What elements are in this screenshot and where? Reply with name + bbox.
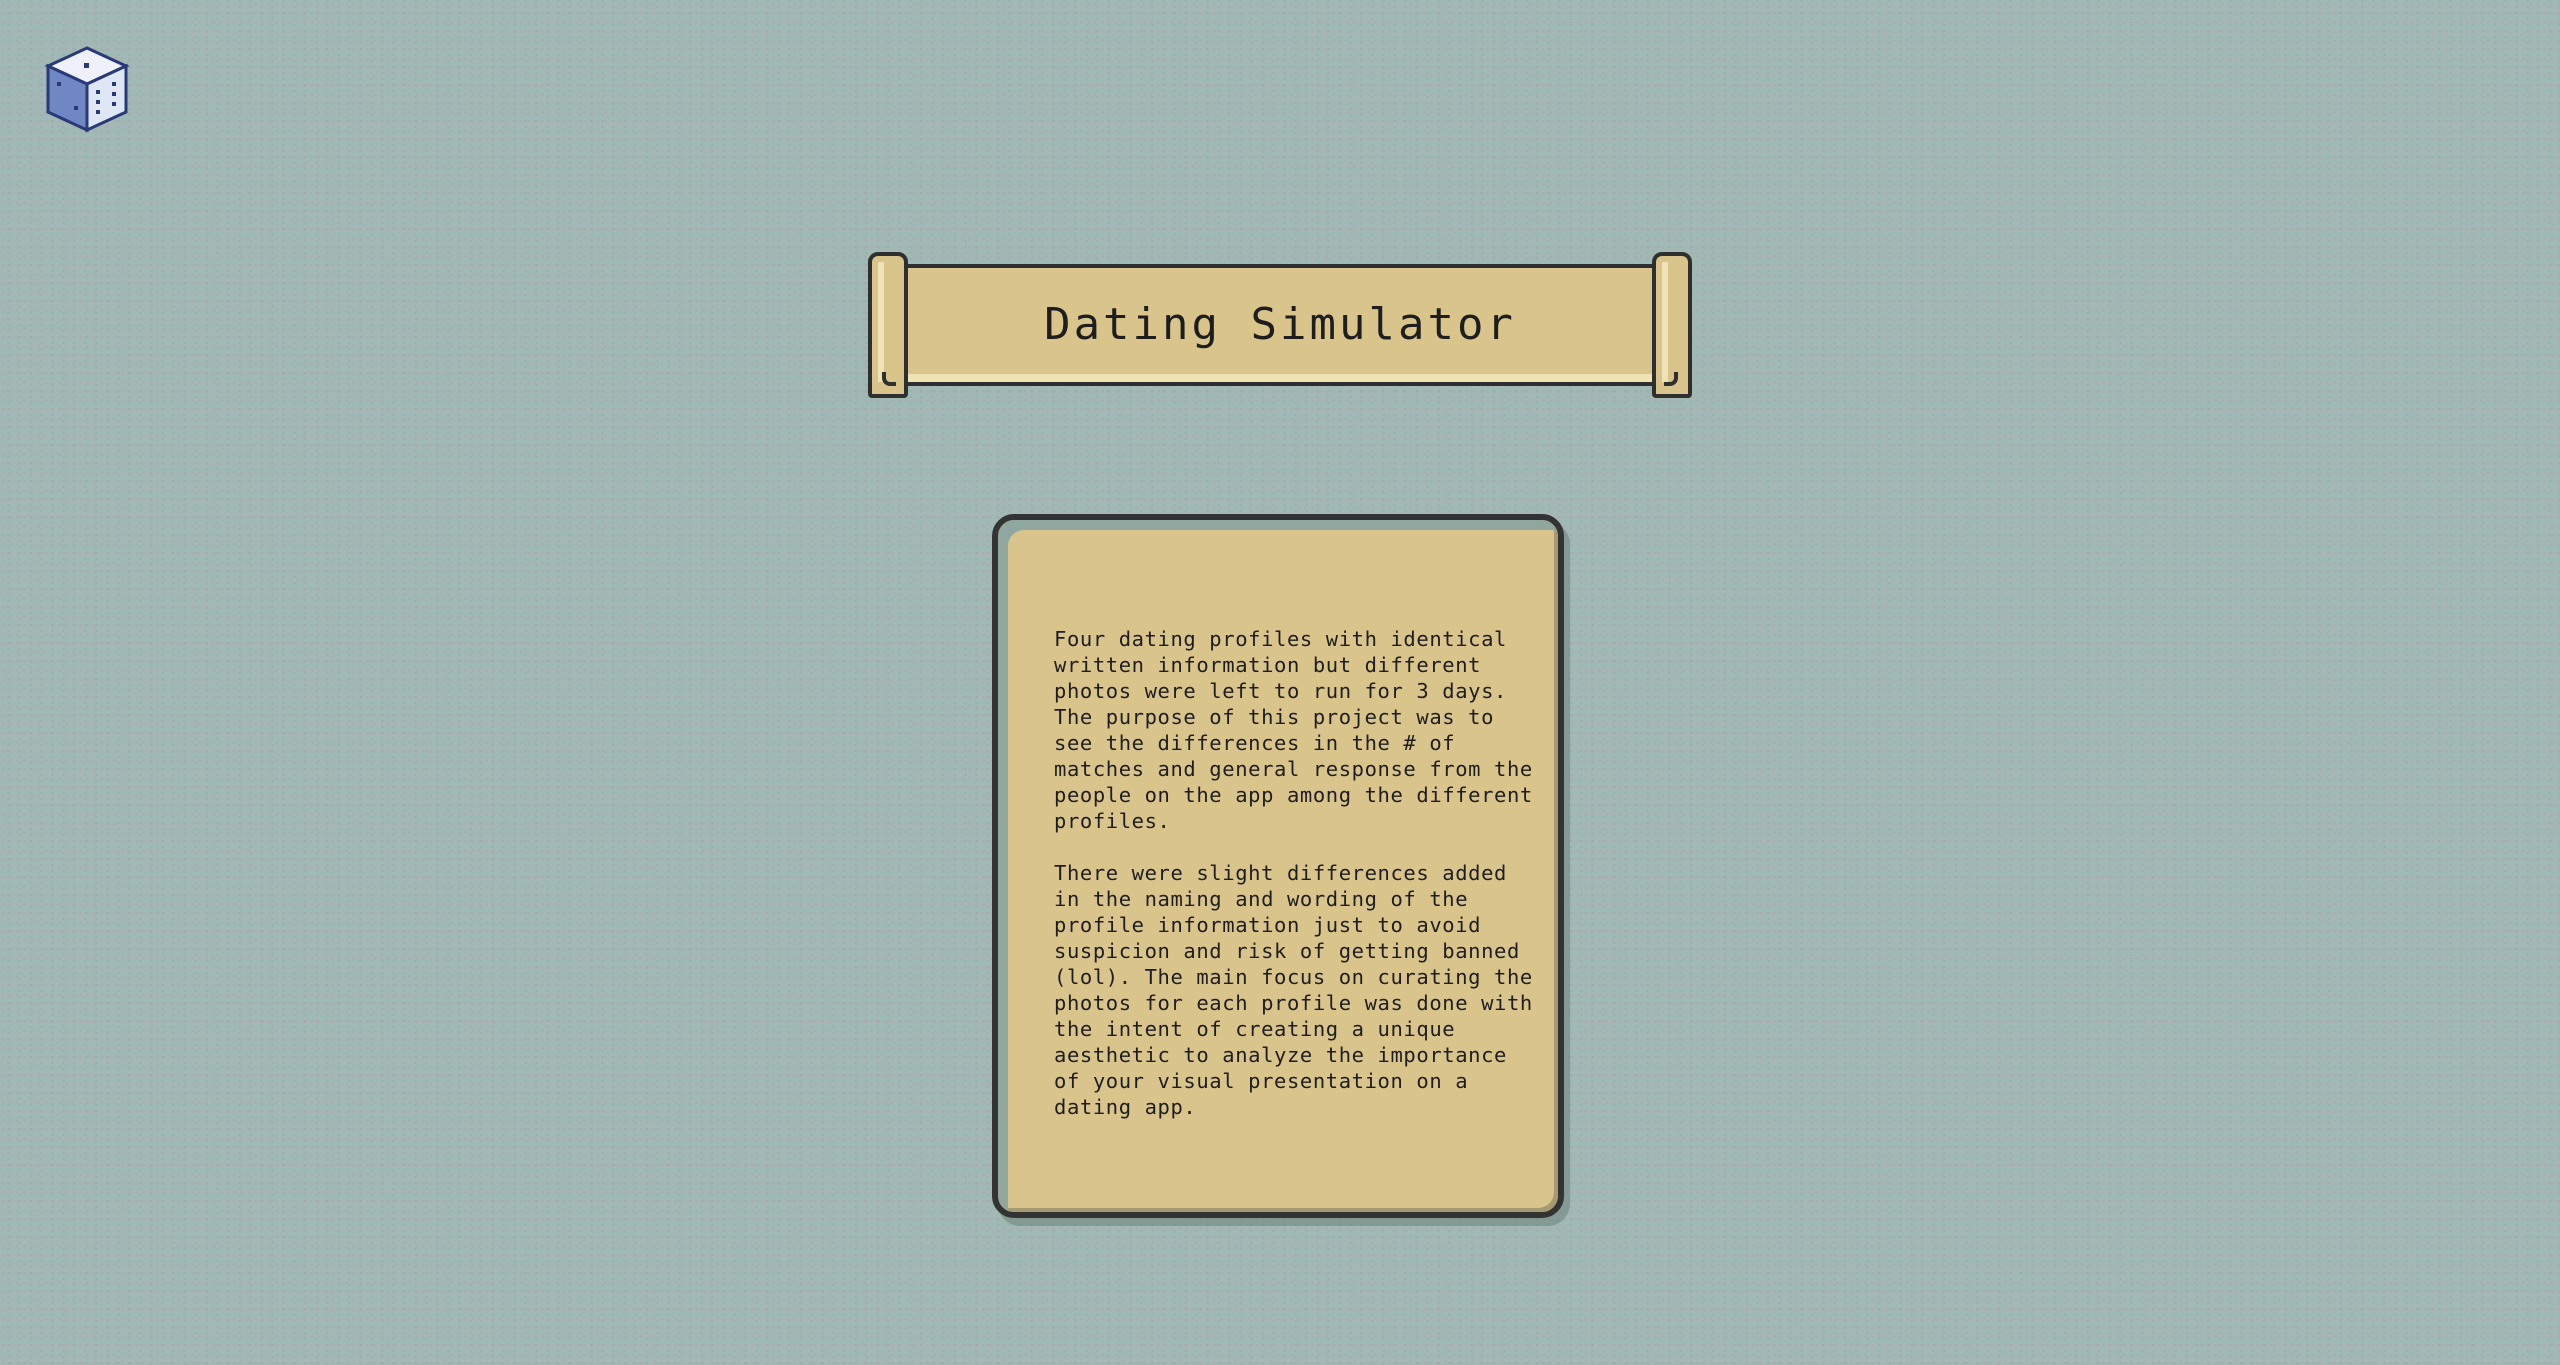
description-paragraph-1: Four dating profiles with identical writ… xyxy=(1054,627,1533,833)
description-text: Four dating profiles with identical writ… xyxy=(1054,626,1534,1146)
description-paragraph-2: There were slight differences added in t… xyxy=(1054,861,1533,1119)
description-card: Four dating profiles with identical writ… xyxy=(992,514,1564,1218)
page-title: Dating Simulator xyxy=(1044,299,1516,350)
dice-logo-icon[interactable] xyxy=(44,44,130,134)
title-banner: Dating Simulator xyxy=(868,252,1692,398)
dice-icon xyxy=(44,46,130,133)
